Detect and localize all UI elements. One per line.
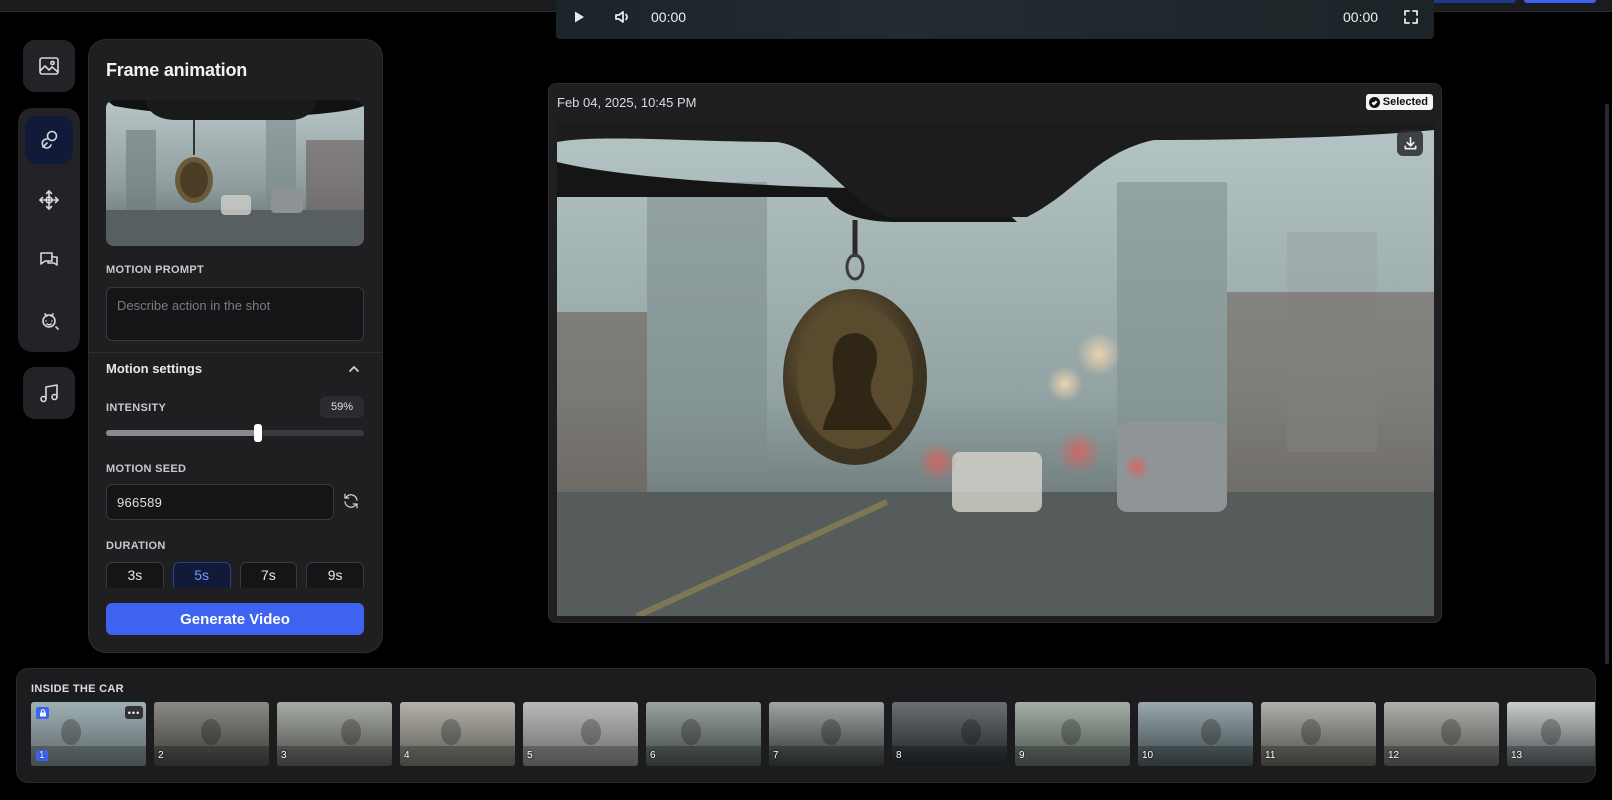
image-tool-button[interactable] bbox=[23, 40, 75, 92]
volume-icon[interactable] bbox=[614, 9, 632, 25]
chat-icon bbox=[40, 252, 58, 266]
divider bbox=[89, 352, 382, 353]
music-icon bbox=[40, 384, 58, 403]
frame-thumbnail-image bbox=[523, 702, 638, 766]
frame-thumbnail-image bbox=[769, 702, 884, 766]
frame-thumbnail-1[interactable]: ••• 1 bbox=[31, 702, 146, 766]
motion-seed-input[interactable]: 966589 bbox=[106, 484, 334, 520]
frame-thumbnail-image bbox=[154, 702, 269, 766]
frame-number: 9 bbox=[1019, 750, 1025, 761]
frame-number: 6 bbox=[650, 750, 656, 761]
tool-group bbox=[18, 108, 80, 352]
frame-thumbnail-image bbox=[400, 702, 515, 766]
intensity-slider-thumb[interactable] bbox=[254, 424, 263, 442]
frame-number: 4 bbox=[404, 750, 410, 761]
frame-thumbnail-12[interactable]: 12 bbox=[1384, 702, 1499, 766]
video-player-controls: 00:00 00:00 bbox=[556, 0, 1434, 39]
frame-number: 1 bbox=[36, 750, 48, 761]
frame-number: 11 bbox=[1265, 750, 1276, 761]
motion-settings-toggle[interactable]: Motion settings bbox=[106, 361, 202, 376]
frame-thumbnail-image bbox=[277, 702, 392, 766]
duration-options: 3s 5s 7s 9s bbox=[106, 562, 364, 588]
fullscreen-icon[interactable] bbox=[1404, 10, 1418, 24]
intensity-label: INTENSITY bbox=[106, 402, 167, 414]
dialogue-tool[interactable] bbox=[25, 236, 73, 284]
scene-film-strip: INSIDE THE CAR ••• 1 2 3 4 5 6 7 8 9 10 11 12 13 bbox=[16, 668, 1596, 783]
lock-icon bbox=[36, 707, 49, 719]
face-tool[interactable] bbox=[25, 296, 73, 344]
frame-image bbox=[557, 122, 1434, 616]
vertical-scrollbar[interactable] bbox=[1605, 104, 1609, 664]
chevron-up-icon[interactable] bbox=[347, 362, 361, 376]
motion-seed-label: MOTION SEED bbox=[106, 463, 187, 475]
frame-thumbnail-11[interactable]: 11 bbox=[1261, 702, 1376, 766]
frame-thumbnail-3[interactable]: 3 bbox=[277, 702, 392, 766]
duration-option-9s[interactable]: 9s bbox=[306, 562, 364, 588]
frame-thumbnail-4[interactable]: 4 bbox=[400, 702, 515, 766]
frame-number: 13 bbox=[1511, 750, 1523, 761]
link-icon bbox=[41, 130, 58, 149]
frame-thumbnail-image bbox=[1261, 702, 1376, 766]
frame-timestamp: Feb 04, 2025, 10:45 PM bbox=[557, 95, 697, 110]
intensity-value: 59% bbox=[320, 396, 364, 418]
generated-frame-card[interactable]: Feb 04, 2025, 10:45 PM Selected bbox=[548, 83, 1442, 623]
top-primary-button[interactable] bbox=[1524, 0, 1596, 3]
frame-thumbnail-image bbox=[1015, 702, 1130, 766]
motion-prompt-label: MOTION PROMPT bbox=[106, 264, 205, 276]
intensity-slider[interactable] bbox=[106, 424, 364, 442]
frame-thumbnail-image bbox=[646, 702, 761, 766]
face-scan-icon bbox=[42, 313, 59, 330]
frame-number: 7 bbox=[773, 750, 779, 761]
image-icon bbox=[39, 57, 59, 75]
frame-animation-tool[interactable] bbox=[25, 116, 73, 164]
frame-thumbnail-8[interactable]: 8 bbox=[892, 702, 1007, 766]
more-options-icon[interactable]: ••• bbox=[125, 706, 143, 719]
duration-label: DURATION bbox=[106, 540, 166, 552]
frame-number: 8 bbox=[896, 750, 902, 761]
play-icon[interactable] bbox=[572, 10, 586, 24]
generate-video-button[interactable]: Generate Video bbox=[106, 603, 364, 635]
download-icon bbox=[1404, 136, 1416, 149]
frame-animation-panel: Frame animation MOTION PROMPT Describe a… bbox=[88, 39, 383, 653]
top-secondary-button[interactable] bbox=[1430, 0, 1516, 3]
frame-number: 10 bbox=[1142, 750, 1154, 761]
duration-option-5s[interactable]: 5s bbox=[172, 562, 231, 588]
frame-thumbnail-10[interactable]: 10 bbox=[1138, 702, 1253, 766]
camera-motion-tool[interactable] bbox=[25, 176, 73, 224]
panel-title: Frame animation bbox=[106, 60, 248, 80]
frame-number: 12 bbox=[1388, 750, 1400, 761]
move-icon bbox=[39, 190, 59, 210]
duration-option-7s[interactable]: 7s bbox=[239, 562, 298, 588]
music-tool-button[interactable] bbox=[23, 367, 75, 419]
source-frame-thumbnail bbox=[106, 100, 364, 246]
frame-thumbnail-2[interactable]: 2 bbox=[154, 702, 269, 766]
frame-number: 2 bbox=[158, 750, 164, 761]
frame-number: 3 bbox=[281, 750, 287, 761]
check-icon bbox=[1368, 96, 1380, 108]
refresh-seed-icon[interactable] bbox=[342, 492, 362, 512]
scene-title: INSIDE THE CAR bbox=[31, 683, 124, 695]
frame-thumbnail-9[interactable]: 9 bbox=[1015, 702, 1130, 766]
current-time: 00:00 bbox=[651, 9, 687, 25]
selected-label: Selected bbox=[1382, 96, 1428, 108]
frame-number: 5 bbox=[527, 750, 533, 761]
total-time: 00:00 bbox=[1343, 9, 1379, 25]
frame-list: ••• 1 2 3 4 5 6 7 8 9 10 11 12 13 bbox=[31, 702, 1595, 766]
motion-prompt-input[interactable]: Describe action in the shot bbox=[106, 287, 364, 341]
duration-option-3s[interactable]: 3s bbox=[106, 562, 164, 588]
selected-badge: Selected bbox=[1365, 94, 1433, 110]
intensity-slider-fill bbox=[106, 430, 259, 436]
frame-thumbnail-image bbox=[1138, 702, 1253, 766]
frame-thumbnail-image bbox=[892, 702, 1007, 766]
frame-thumbnail-13[interactable]: 13 bbox=[1507, 702, 1595, 766]
frame-thumbnail-image bbox=[1384, 702, 1499, 766]
download-button[interactable] bbox=[1397, 130, 1423, 156]
frame-thumbnail-7[interactable]: 7 bbox=[769, 702, 884, 766]
frame-thumbnail-5[interactable]: 5 bbox=[523, 702, 638, 766]
frame-thumbnail-6[interactable]: 6 bbox=[646, 702, 761, 766]
